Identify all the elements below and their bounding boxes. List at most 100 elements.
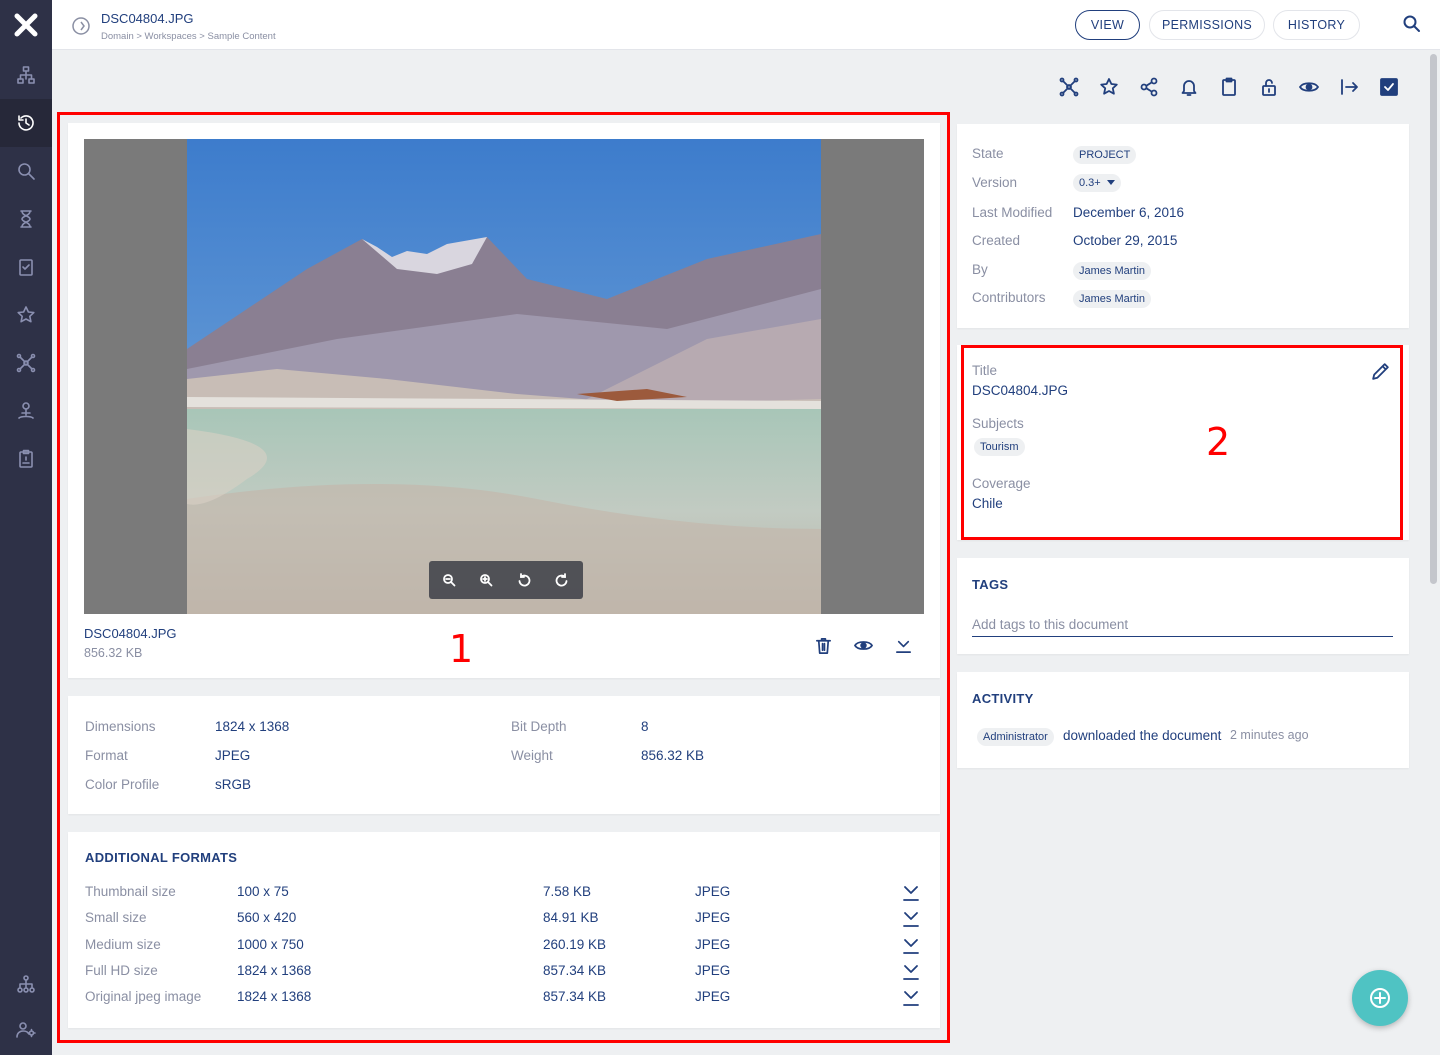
rotate-right-icon[interactable] bbox=[552, 570, 572, 590]
by-label: By bbox=[972, 262, 988, 277]
download-icon[interactable] bbox=[902, 989, 920, 1007]
tags-heading: TAGS bbox=[972, 577, 1009, 592]
version-label: Version bbox=[972, 175, 1018, 190]
hourglass-icon[interactable] bbox=[0, 195, 52, 243]
history-icon[interactable] bbox=[0, 99, 52, 147]
download-icon[interactable] bbox=[902, 963, 920, 981]
created-label: Created bbox=[972, 233, 1021, 248]
format-type: JPEG bbox=[695, 884, 731, 899]
coverage-label: Coverage bbox=[972, 476, 1031, 491]
state-label: State bbox=[972, 146, 1004, 161]
tab-view[interactable]: VIEW bbox=[1075, 10, 1140, 40]
create-fab-button[interactable] bbox=[1352, 970, 1408, 1026]
top-bar: DSC04804.JPG Domain > Workspaces > Sampl… bbox=[52, 0, 1440, 50]
rotate-left-icon[interactable] bbox=[514, 570, 534, 590]
format-dimensions: 100 x 75 bbox=[237, 884, 289, 899]
clipboard-icon[interactable] bbox=[1218, 76, 1240, 98]
zoom-out-icon[interactable] bbox=[439, 570, 459, 590]
format-size: 7.58 KB bbox=[543, 884, 592, 899]
page-scrollbar[interactable] bbox=[1430, 54, 1437, 584]
format-type: JPEG bbox=[695, 937, 731, 952]
activity-card bbox=[957, 672, 1409, 768]
left-sidebar bbox=[0, 0, 52, 1055]
tags-input[interactable] bbox=[972, 613, 1393, 637]
dimensions-label: Dimensions bbox=[85, 719, 156, 734]
delete-icon[interactable] bbox=[812, 634, 834, 656]
search-icon[interactable] bbox=[0, 147, 52, 195]
download-icon[interactable] bbox=[902, 937, 920, 955]
bell-icon[interactable] bbox=[1178, 76, 1200, 98]
document-image bbox=[187, 139, 821, 614]
format-type: JPEG bbox=[695, 963, 731, 978]
document-title: DSC04804.JPG bbox=[101, 11, 194, 26]
format-dimensions: 560 x 420 bbox=[237, 910, 297, 925]
color-profile-value: sRGB bbox=[215, 777, 252, 792]
breadcrumb[interactable]: Domain > Workspaces > Sample Content bbox=[101, 31, 276, 42]
download-icon[interactable] bbox=[902, 884, 920, 902]
download-icon[interactable] bbox=[902, 910, 920, 928]
clipboard-icon[interactable] bbox=[0, 435, 52, 483]
metadata-card bbox=[957, 345, 1409, 540]
format-label: Format bbox=[85, 748, 128, 763]
title-label: Title bbox=[972, 363, 998, 378]
admin-tree-icon[interactable] bbox=[0, 960, 52, 1008]
app-logo[interactable] bbox=[0, 0, 52, 50]
tags-card bbox=[957, 558, 1409, 654]
search-icon[interactable] bbox=[1402, 14, 1422, 34]
version-value: 0.3+ bbox=[1079, 177, 1101, 189]
last-modified-value: December 6, 2016 bbox=[1073, 205, 1185, 220]
activity-user-chip[interactable]: Administrator bbox=[977, 728, 1054, 746]
format-size: 84.91 KB bbox=[543, 910, 599, 925]
export-icon[interactable] bbox=[1338, 76, 1360, 98]
add-to-collection-icon[interactable] bbox=[1058, 76, 1080, 98]
checkbox-icon[interactable] bbox=[1378, 76, 1400, 98]
dimensions-value: 1824 x 1368 bbox=[215, 719, 290, 734]
last-modified-label: Last Modified bbox=[972, 205, 1053, 220]
contributors-label: Contributors bbox=[972, 290, 1046, 305]
personal-workspace-icon[interactable] bbox=[0, 387, 52, 435]
format-name: Thumbnail size bbox=[85, 884, 176, 899]
weight-label: Weight bbox=[511, 748, 553, 763]
collections-icon[interactable] bbox=[0, 339, 52, 387]
format-dimensions: 1824 x 1368 bbox=[237, 963, 312, 978]
subjects-label: Subjects bbox=[972, 416, 1024, 431]
picture-document-icon bbox=[72, 17, 90, 35]
favorites-icon[interactable] bbox=[0, 291, 52, 339]
color-profile-label: Color Profile bbox=[85, 777, 160, 792]
format-dimensions: 1824 x 1368 bbox=[237, 989, 312, 1004]
landscape-image bbox=[187, 139, 821, 614]
image-properties-card bbox=[68, 696, 940, 814]
additional-formats-heading: ADDITIONAL FORMATS bbox=[85, 850, 238, 865]
zoom-in-icon[interactable] bbox=[476, 570, 496, 590]
bit-depth-label: Bit Depth bbox=[511, 719, 567, 734]
tab-history[interactable]: HISTORY bbox=[1273, 10, 1360, 40]
tasks-icon[interactable] bbox=[0, 243, 52, 291]
unlock-icon[interactable] bbox=[1258, 76, 1280, 98]
created-value: October 29, 2015 bbox=[1073, 233, 1178, 248]
format-name: Medium size bbox=[85, 937, 161, 952]
coverage-value: Chile bbox=[972, 496, 1003, 511]
eye-icon[interactable] bbox=[1298, 76, 1320, 98]
subject-chip: Tourism bbox=[974, 438, 1025, 456]
browse-tree-icon[interactable] bbox=[0, 51, 52, 99]
tab-permissions[interactable]: PERMISSIONS bbox=[1149, 10, 1265, 40]
add-circle-icon bbox=[1370, 988, 1390, 1008]
activity-time: 2 minutes ago bbox=[1230, 728, 1309, 742]
format-name: Full HD size bbox=[85, 963, 158, 978]
contributor-chip[interactable]: James Martin bbox=[1073, 290, 1152, 308]
logo-icon bbox=[14, 13, 38, 37]
bit-depth-value: 8 bbox=[641, 719, 649, 734]
share-icon[interactable] bbox=[1138, 76, 1160, 98]
star-icon[interactable] bbox=[1098, 76, 1120, 98]
format-name: Original jpeg image bbox=[85, 989, 202, 1004]
user-settings-icon[interactable] bbox=[0, 1005, 52, 1053]
download-icon[interactable] bbox=[892, 634, 914, 656]
file-size: 856.32 KB bbox=[84, 646, 143, 660]
version-dropdown[interactable]: 0.3+ bbox=[1073, 174, 1121, 192]
edit-pencil-icon[interactable] bbox=[1370, 361, 1391, 382]
activity-heading: ACTIVITY bbox=[972, 691, 1034, 706]
author-chip[interactable]: James Martin bbox=[1073, 262, 1152, 280]
preview-eye-icon[interactable] bbox=[852, 634, 874, 656]
format-size: 260.19 KB bbox=[543, 937, 607, 952]
file-name: DSC04804.JPG bbox=[84, 626, 177, 641]
